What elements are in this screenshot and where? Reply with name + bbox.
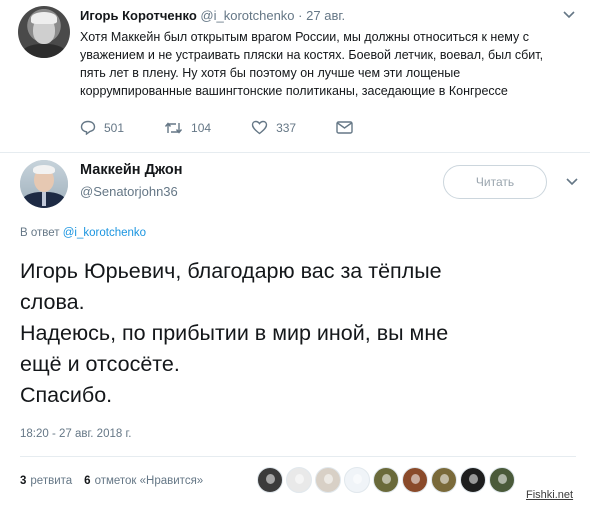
likes-stat[interactable]: 6 отметок «Нравится» [84, 475, 203, 487]
tweet-stats: 3 ретвита 6 отметок «Нравится» [20, 468, 215, 494]
retweet-count: 104 [191, 120, 212, 135]
tweet-text-line: слова. [20, 290, 85, 314]
retweet-icon [164, 121, 183, 134]
like-button[interactable]: 337 [251, 120, 296, 135]
reply-button[interactable]: 501 [80, 120, 124, 135]
liker-avatar[interactable] [315, 467, 341, 493]
liker-avatar[interactable] [373, 467, 399, 493]
liker-avatar[interactable] [489, 467, 515, 493]
liker-avatar[interactable] [344, 467, 370, 493]
main-tweet-text: Игорь Юрьевич, благодарю вас за тёплые с… [20, 256, 580, 411]
likes-count: 6 [84, 475, 91, 487]
tweet-timestamp[interactable]: 18:20 - 27 авг. 2018 г. [20, 428, 131, 440]
tweet-divider [0, 152, 590, 153]
tweet-text-line: Игорь Юрьевич, благодарю вас за тёплые [20, 259, 442, 283]
reply-prefix: В ответ [20, 227, 60, 239]
retweets-label: ретвита [30, 475, 73, 487]
chevron-down-icon[interactable] [560, 6, 578, 24]
likes-label: отметок «Нравится» [94, 475, 204, 487]
reply-to-handle-link[interactable]: @i_korotchenko [63, 227, 146, 239]
quoted-tweet-actions: 501 104 337 [80, 120, 401, 135]
retweets-count: 3 [20, 475, 27, 487]
quoted-tweet-text: Хотя Маккейн был открытым врагом России,… [80, 30, 544, 98]
liker-avatar[interactable] [460, 467, 486, 493]
liker-avatar[interactable] [257, 467, 283, 493]
retweets-stat[interactable]: 3 ретвита [20, 475, 72, 487]
retweet-button[interactable]: 104 [164, 121, 211, 135]
quoted-tweet-header: Игорь Коротченко @i_korotchenko · 27 авг… [80, 8, 345, 23]
follow-button[interactable]: Читать [443, 165, 547, 199]
reply-icon [80, 120, 96, 135]
main-author-avatar[interactable] [20, 160, 68, 208]
tweet-text-line: ещё и отсосёте. [20, 352, 180, 376]
quoted-author-handle[interactable]: @i_korotchenko [200, 8, 294, 23]
stats-divider [20, 456, 576, 457]
main-author-handle[interactable]: @Senatorjohn36 [80, 184, 178, 199]
like-count: 337 [276, 120, 297, 135]
liker-avatar[interactable] [286, 467, 312, 493]
quoted-author-avatar[interactable] [18, 6, 70, 58]
chevron-down-icon[interactable] [562, 173, 582, 191]
direct-message-button[interactable] [336, 121, 361, 134]
header-separator: · [298, 8, 303, 23]
tweet-text-line: Надеюсь, по прибытии в мир иной, вы мне [20, 321, 449, 345]
reply-count: 501 [104, 120, 125, 135]
liker-avatar[interactable] [402, 467, 428, 493]
message-icon [336, 121, 353, 134]
main-author-name[interactable]: Маккейн Джон [80, 162, 182, 178]
quoted-tweet-date[interactable]: 27 авг. [306, 8, 345, 23]
heart-icon [251, 120, 268, 135]
reply-context: В ответ @i_korotchenko [20, 227, 146, 239]
watermark: Fishki.net [526, 489, 574, 501]
quoted-author-name[interactable]: Игорь Коротченко [80, 8, 197, 23]
quoted-tweet[interactable]: Игорь Коротченко @i_korotchenko · 27 авг… [0, 0, 590, 152]
liker-avatars [257, 467, 518, 493]
tweet-text-line: Спасибо. [20, 383, 113, 407]
liker-avatar[interactable] [431, 467, 457, 493]
